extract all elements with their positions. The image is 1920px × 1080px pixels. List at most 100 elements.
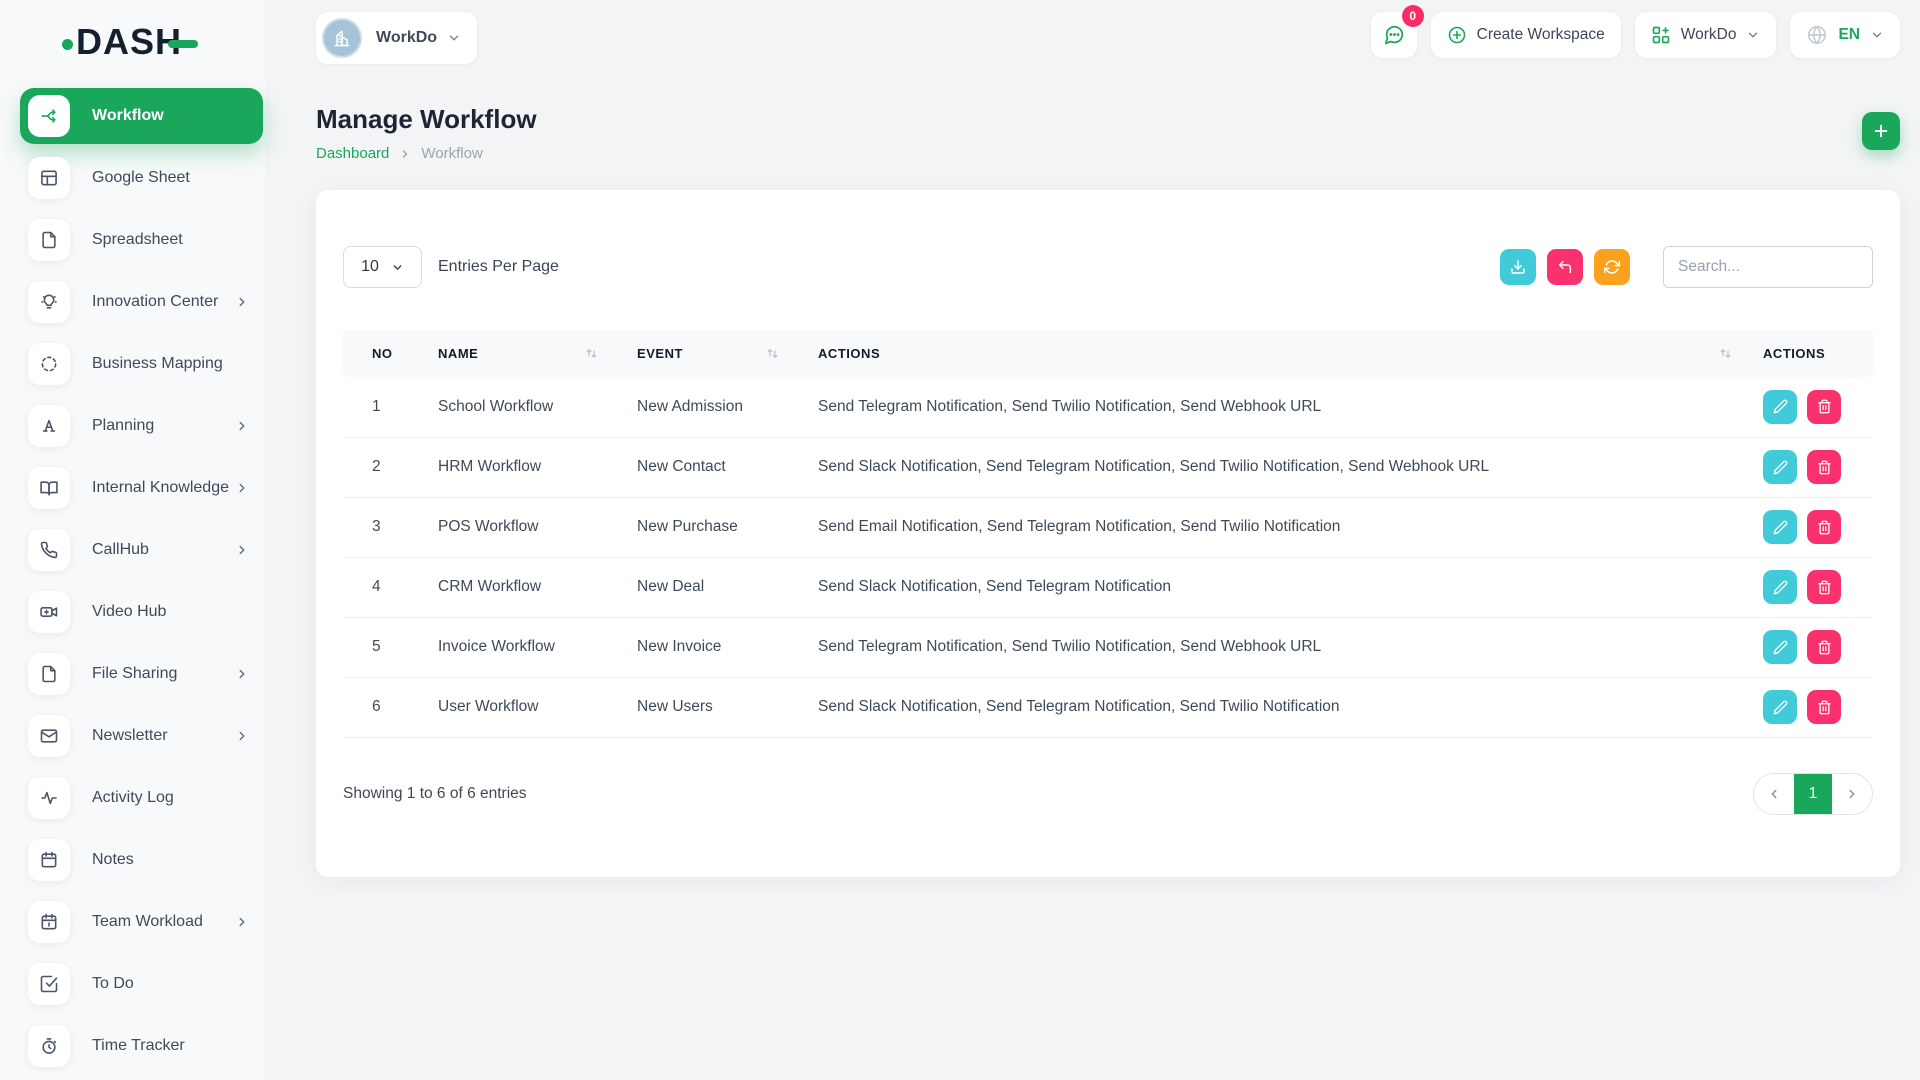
language-selector[interactable]: EN xyxy=(1790,12,1900,58)
download-icon xyxy=(1510,259,1526,275)
sidebar-item-activity-log[interactable]: Activity Log xyxy=(20,770,263,826)
refresh-icon xyxy=(1604,259,1620,275)
page-number-current[interactable]: 1 xyxy=(1794,774,1832,814)
next-page-button[interactable] xyxy=(1832,774,1872,814)
sidebar-item-innovation-center[interactable]: Innovation Center xyxy=(20,274,263,330)
edit-button[interactable] xyxy=(1763,630,1797,664)
sidebar-item-team-workload[interactable]: Team Workload xyxy=(20,894,263,950)
delete-button[interactable] xyxy=(1807,510,1841,544)
table-row: 4 CRM Workflow New Deal Send Slack Notif… xyxy=(343,557,1873,617)
workspace-name: WorkDo xyxy=(376,29,437,47)
cell-no: 5 xyxy=(343,617,410,677)
showing-entries-text: Showing 1 to 6 of 6 entries xyxy=(343,785,527,803)
sidebar-item-planning[interactable]: Planning xyxy=(20,398,263,454)
cell-name: School Workflow xyxy=(410,377,609,437)
sidebar-item-workflow[interactable]: Workflow xyxy=(20,88,263,144)
sidebar-item-business-mapping[interactable]: Business Mapping xyxy=(20,336,263,392)
messages-badge: 0 xyxy=(1402,5,1424,27)
delete-button[interactable] xyxy=(1807,570,1841,604)
cell-actions: Send Slack Notification, Send Telegram N… xyxy=(790,677,1743,737)
sidebar-item-time-tracker[interactable]: Time Tracker xyxy=(20,1018,263,1074)
pagination: 1 xyxy=(1753,773,1873,815)
page-title: Manage Workflow xyxy=(316,104,537,135)
sidebar-item-google-sheet[interactable]: Google Sheet xyxy=(20,150,263,206)
chevron-down-icon xyxy=(391,261,404,274)
chevron-right-icon xyxy=(399,148,411,160)
sidebar-item-internal-knowledge[interactable]: Internal Knowledge xyxy=(20,460,263,516)
cell-no: 1 xyxy=(343,377,410,437)
plus-icon xyxy=(1872,122,1890,140)
create-workspace-label: Create Workspace xyxy=(1477,26,1605,44)
breadcrumb-dashboard-link[interactable]: Dashboard xyxy=(316,145,389,162)
language-label: EN xyxy=(1838,26,1860,44)
sidebar-item-video-hub[interactable]: Video Hub xyxy=(20,584,263,640)
entries-per-page: 10 Entries Per Page xyxy=(343,246,559,288)
planning-icon xyxy=(28,405,70,447)
create-workspace-button[interactable]: Create Workspace xyxy=(1431,12,1621,58)
delete-button[interactable] xyxy=(1807,390,1841,424)
pencil-icon xyxy=(1773,399,1788,414)
dash-logo: DASH xyxy=(62,16,265,68)
edit-button[interactable] xyxy=(1763,450,1797,484)
sort-icon[interactable] xyxy=(765,346,780,361)
entries-per-page-select[interactable]: 10 xyxy=(343,246,422,288)
cell-actions: Send Email Notification, Send Telegram N… xyxy=(790,497,1743,557)
sidebar-item-spreadsheet[interactable]: Spreadsheet xyxy=(20,212,263,268)
workdo-menu[interactable]: WorkDo xyxy=(1635,12,1777,58)
callhub-icon xyxy=(28,529,70,571)
previous-page-button[interactable] xyxy=(1754,774,1794,814)
sidebar-item-label: To Do xyxy=(92,975,134,993)
trash-icon xyxy=(1817,460,1832,475)
cell-no: 3 xyxy=(343,497,410,557)
workspace-selector[interactable]: WorkDo xyxy=(316,12,477,64)
edit-button[interactable] xyxy=(1763,570,1797,604)
chevron-left-icon xyxy=(1767,787,1781,801)
sidebar-item-label: Google Sheet xyxy=(92,169,190,187)
export-button[interactable] xyxy=(1500,249,1536,285)
entries-per-page-label: Entries Per Page xyxy=(438,258,559,276)
trash-icon xyxy=(1817,399,1832,414)
sort-icon[interactable] xyxy=(584,346,599,361)
cell-actions: Send Slack Notification, Send Telegram N… xyxy=(790,437,1743,497)
row-actions xyxy=(1763,570,1873,604)
add-workflow-button[interactable] xyxy=(1862,112,1900,150)
breadcrumb-current: Workflow xyxy=(421,145,482,162)
workflow-icon xyxy=(28,95,70,137)
sidebar-item-label: Team Workload xyxy=(92,913,203,931)
row-actions xyxy=(1763,630,1873,664)
chevron-right-icon xyxy=(235,667,249,681)
edit-button[interactable] xyxy=(1763,510,1797,544)
delete-button[interactable] xyxy=(1807,690,1841,724)
chevron-right-icon xyxy=(235,419,249,433)
edit-button[interactable] xyxy=(1763,690,1797,724)
undo-button[interactable] xyxy=(1547,249,1583,285)
newsletter-icon xyxy=(28,715,70,757)
workspace-avatar xyxy=(322,18,362,58)
sidebar-item-notes[interactable]: Notes xyxy=(20,832,263,888)
messages-button[interactable]: 0 xyxy=(1371,12,1417,58)
sidebar-item-callhub[interactable]: CallHub xyxy=(20,522,263,578)
refresh-button[interactable] xyxy=(1594,249,1630,285)
sort-icon[interactable] xyxy=(1718,346,1733,361)
workflow-table: NO NAME EVENT ACTIONS xyxy=(343,330,1873,738)
row-actions xyxy=(1763,510,1873,544)
sidebar-item-to-do[interactable]: To Do xyxy=(20,956,263,1012)
cell-name: Invoice Workflow xyxy=(410,617,609,677)
table-row: 3 POS Workflow New Purchase Send Email N… xyxy=(343,497,1873,557)
sidebar-item-label: Internal Knowledge xyxy=(92,479,229,497)
delete-button[interactable] xyxy=(1807,450,1841,484)
sidebar-item-newsletter[interactable]: Newsletter xyxy=(20,708,263,764)
table-row: 1 School Workflow New Admission Send Tel… xyxy=(343,377,1873,437)
plus-circle-icon xyxy=(1447,25,1467,45)
row-actions xyxy=(1763,450,1873,484)
column-header-row-actions: ACTIONS xyxy=(1743,330,1873,377)
pencil-icon xyxy=(1773,580,1788,595)
column-header-no: NO xyxy=(343,330,410,377)
grid-plus-icon xyxy=(1651,25,1671,45)
delete-button[interactable] xyxy=(1807,630,1841,664)
sidebar-item-file-sharing[interactable]: File Sharing xyxy=(20,646,263,702)
search-input[interactable] xyxy=(1663,246,1873,288)
trash-icon xyxy=(1817,520,1832,535)
edit-button[interactable] xyxy=(1763,390,1797,424)
chevron-right-icon xyxy=(235,543,249,557)
